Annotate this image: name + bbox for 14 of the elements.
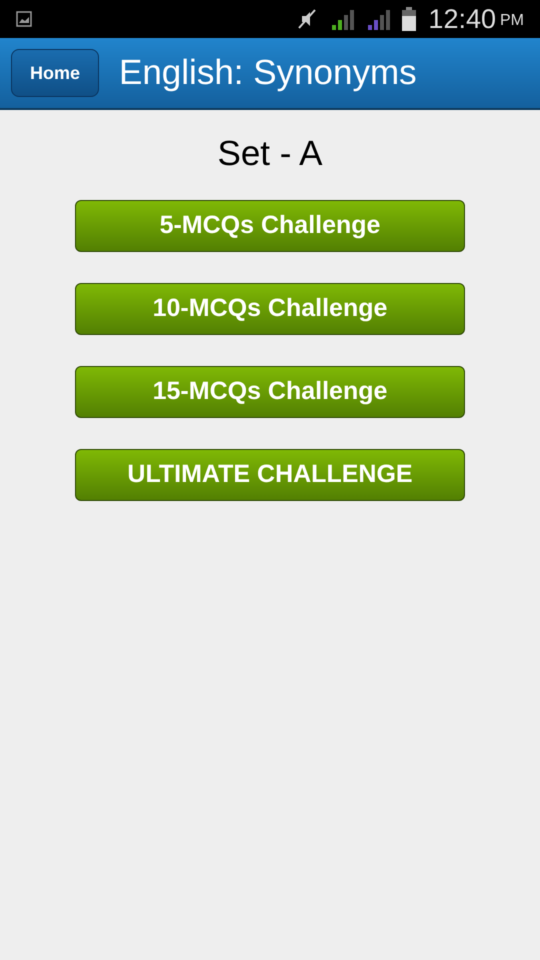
signal-icon	[330, 7, 354, 31]
status-time: 12:40	[428, 6, 496, 32]
signal-icon	[366, 7, 390, 31]
status-ampm: PM	[500, 11, 524, 31]
challenge-button[interactable]: 15-MCQs Challenge	[75, 366, 465, 418]
challenge-button[interactable]: 10-MCQs Challenge	[75, 282, 465, 334]
set-title: Set - A	[217, 133, 323, 175]
battery-icon	[402, 7, 416, 31]
page-title: English: Synonyms	[119, 52, 417, 94]
challenge-button[interactable]: ULTIMATE CHALLENGE	[75, 448, 465, 500]
image-icon	[16, 11, 32, 27]
home-button[interactable]: Home	[11, 49, 99, 97]
challenge-button[interactable]: 5-MCQs Challenge	[75, 200, 465, 252]
mute-icon	[296, 8, 318, 30]
